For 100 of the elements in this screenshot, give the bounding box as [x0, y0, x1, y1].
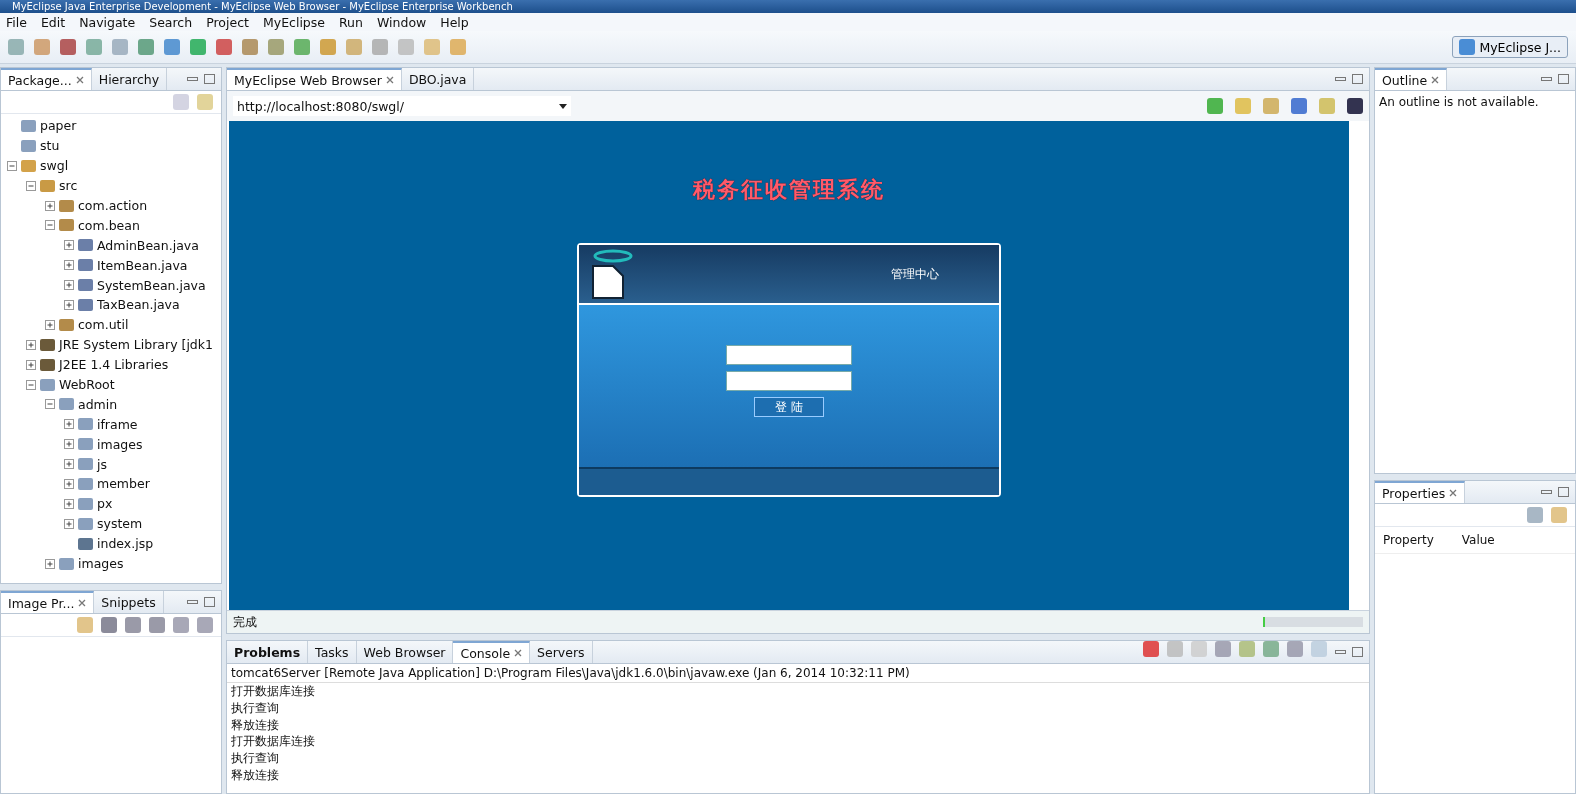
tree-item[interactable]: com.action — [78, 198, 148, 213]
expand-toggle[interactable] — [64, 459, 74, 470]
expand-toggle[interactable] — [64, 498, 74, 509]
tree-item[interactable]: TaxBean.java — [97, 297, 180, 313]
toolbar-icon[interactable] — [268, 39, 284, 55]
tree-item[interactable]: swgl — [40, 158, 69, 174]
menu-item[interactable]: Edit — [34, 14, 72, 30]
minimize-icon[interactable] — [1541, 490, 1552, 494]
toolbar-icon[interactable] — [60, 39, 76, 55]
toolbar-icon[interactable] — [294, 39, 310, 55]
browser-tool-icon[interactable] — [1291, 98, 1307, 114]
console-tool-icon[interactable] — [1287, 641, 1303, 657]
expand-toggle[interactable] — [64, 260, 74, 271]
panel-tab[interactable]: Problems — [227, 641, 309, 663]
tree-item[interactable]: WebRoot — [59, 377, 115, 392]
maximize-icon[interactable] — [1352, 74, 1363, 84]
minimize-icon[interactable] — [187, 77, 198, 81]
panel-tab[interactable]: Snippets — [94, 591, 164, 613]
expand-toggle[interactable] — [64, 439, 74, 450]
tree-item[interactable]: images — [78, 556, 124, 572]
expand-toggle[interactable] — [45, 319, 55, 330]
expand-toggle[interactable] — [45, 200, 55, 211]
menu-item[interactable]: Project — [200, 14, 255, 30]
panel-tab[interactable]: MyEclipse Web Browser — [227, 68, 402, 90]
tree-item[interactable]: com.bean — [78, 217, 140, 233]
expand-toggle[interactable] — [64, 518, 74, 529]
expand-toggle[interactable] — [26, 339, 36, 350]
panel-tab[interactable]: Console — [453, 641, 531, 663]
tree-item[interactable]: images — [97, 436, 143, 452]
minimize-icon[interactable] — [1335, 77, 1346, 81]
toolbar-icon[interactable] — [372, 39, 388, 55]
toolbar-icon[interactable] — [190, 39, 206, 55]
tree-item[interactable]: AdminBean.java — [97, 237, 199, 253]
toolbar-icon[interactable] — [112, 39, 128, 55]
toolbar-icon[interactable] — [216, 39, 232, 55]
url-field[interactable]: http://localhost:8080/swgl/ — [233, 96, 571, 116]
expand-toggle[interactable] — [26, 359, 36, 370]
browser-tool-icon[interactable] — [1207, 98, 1223, 114]
maximize-icon[interactable] — [204, 74, 215, 84]
close-icon[interactable] — [78, 599, 87, 607]
console-tool-icon[interactable] — [1215, 641, 1231, 657]
panel-tab[interactable]: DBO.java — [401, 68, 475, 90]
toolbar-icon[interactable] — [138, 39, 154, 55]
panel-tab[interactable]: Image Pr... — [1, 591, 95, 613]
menu-item[interactable]: Run — [333, 14, 369, 30]
tree-item[interactable]: admin — [78, 396, 118, 412]
expand-toggle[interactable] — [64, 419, 74, 430]
browser-tool-icon[interactable] — [1347, 98, 1363, 114]
tree-item[interactable]: ItemBean.java — [97, 257, 188, 273]
expand-toggle[interactable] — [64, 478, 74, 489]
dropdown-icon[interactable] — [559, 103, 567, 109]
panel-tab[interactable]: Servers — [530, 641, 593, 663]
close-icon[interactable] — [75, 76, 84, 84]
close-icon[interactable] — [514, 649, 523, 657]
console-tool-icon[interactable] — [1263, 641, 1279, 657]
toolbar-icon[interactable] — [34, 39, 50, 55]
maximize-icon[interactable] — [1352, 647, 1363, 657]
toolbar-icon[interactable] — [8, 39, 24, 55]
menu-item[interactable]: File — [0, 14, 33, 30]
maximize-icon[interactable] — [1558, 487, 1569, 497]
panel-tab[interactable]: Tasks — [308, 641, 357, 663]
console-tool-icon[interactable] — [1143, 641, 1159, 657]
collapse-toggle[interactable] — [7, 160, 17, 171]
tree-item[interactable]: src — [59, 178, 78, 194]
tree-item[interactable]: member — [97, 476, 150, 492]
collapse-toggle[interactable] — [45, 399, 55, 410]
menu-item[interactable]: Navigate — [73, 14, 142, 30]
tree-item[interactable]: com.util — [78, 317, 129, 333]
maximize-icon[interactable] — [1558, 74, 1569, 84]
expand-toggle[interactable] — [45, 558, 55, 569]
tree-item[interactable]: px — [97, 496, 113, 512]
close-icon[interactable] — [1449, 489, 1458, 497]
close-icon[interactable] — [385, 76, 394, 84]
tree-item[interactable]: stu — [40, 138, 60, 154]
tree-item[interactable]: iframe — [97, 416, 138, 432]
input-field[interactable] — [726, 371, 852, 391]
tree-item[interactable]: SystemBean.java — [97, 277, 206, 293]
tree-item[interactable]: paper — [40, 118, 77, 134]
close-icon[interactable] — [1431, 76, 1440, 84]
toolbar-icon[interactable] — [86, 39, 102, 55]
expand-toggle[interactable] — [64, 280, 74, 291]
toolbar-icon[interactable] — [242, 39, 258, 55]
expand-toggle[interactable] — [64, 299, 74, 310]
maximize-icon[interactable] — [204, 597, 215, 607]
tree-item[interactable]: system — [97, 516, 143, 532]
tree-item[interactable]: JRE System Library [jdk1 — [59, 337, 213, 353]
panel-tab[interactable]: Hierarchy — [91, 68, 168, 90]
tree-item[interactable]: index.jsp — [97, 536, 154, 552]
menu-item[interactable]: Help — [434, 14, 475, 30]
minimize-icon[interactable] — [187, 600, 198, 604]
expand-toggle[interactable] — [64, 240, 74, 251]
collapse-toggle[interactable] — [26, 180, 36, 191]
toolbar-icon[interactable] — [164, 39, 180, 55]
minimize-icon[interactable] — [1541, 77, 1552, 81]
toolbar-icon[interactable] — [320, 39, 336, 55]
panel-tab[interactable]: Outline — [1375, 68, 1448, 90]
collapse-toggle[interactable] — [45, 220, 55, 231]
input-field[interactable] — [726, 345, 852, 365]
menu-item[interactable]: Window — [370, 14, 433, 30]
collapse-toggle[interactable] — [26, 379, 36, 390]
